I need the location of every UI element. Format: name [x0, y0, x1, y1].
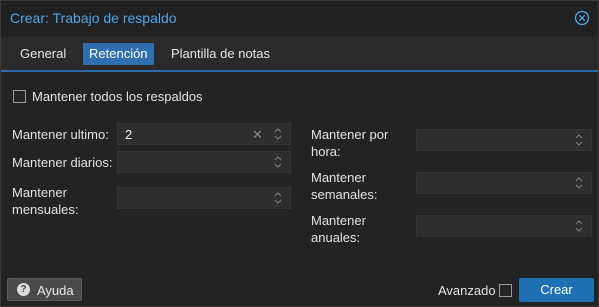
- help-button-label: Ayuda: [37, 283, 74, 298]
- tab-bar: General Retención Plantilla de notas: [1, 37, 598, 72]
- question-circle-icon: ?: [17, 283, 30, 296]
- spinner-icon[interactable]: [273, 154, 283, 170]
- close-icon[interactable]: [574, 10, 590, 26]
- spinner-icon[interactable]: [574, 218, 584, 234]
- help-button[interactable]: ? Ayuda: [7, 278, 82, 301]
- keep-all-checkbox[interactable]: [13, 90, 26, 103]
- keep-all-label: Mantener todos los respaldos: [32, 89, 203, 104]
- retention-panel: Mantener todos los respaldos Mantener ul…: [1, 72, 598, 269]
- keep-monthly-label-2: mensuales:: [12, 202, 79, 217]
- keep-monthly-label-1: Mantener: [12, 185, 67, 200]
- keep-hourly-field[interactable]: [416, 129, 592, 151]
- spinner-icon[interactable]: [574, 175, 584, 191]
- tab-notes-template[interactable]: Plantilla de notas: [165, 43, 276, 65]
- create-button[interactable]: Crear: [519, 278, 594, 302]
- keep-yearly-label-2: anuales:: [311, 230, 361, 245]
- tab-general[interactable]: General: [14, 43, 72, 65]
- tab-retention[interactable]: Retención: [83, 43, 154, 65]
- dialog-title: Crear: Trabajo de respaldo: [10, 10, 177, 26]
- spinner-icon[interactable]: [273, 126, 283, 142]
- advanced-checkbox[interactable]: [499, 284, 512, 297]
- clear-icon[interactable]: ✕: [252, 127, 263, 143]
- spinner-icon[interactable]: [273, 190, 283, 206]
- keep-weekly-label-2: semanales:: [311, 187, 378, 202]
- backup-job-dialog: Crear: Trabajo de respaldo General Reten…: [0, 0, 599, 307]
- keep-hourly-label-2: hora:: [311, 144, 341, 159]
- keep-last-value: 2: [125, 127, 133, 142]
- keep-hourly-label-1: Mantener por: [311, 127, 389, 142]
- keep-last-field[interactable]: 2 ✕: [117, 123, 291, 145]
- dialog-titlebar: Crear: Trabajo de respaldo: [1, 1, 598, 36]
- advanced-label: Avanzado: [438, 283, 496, 298]
- keep-daily-label: Mantener diarios:: [12, 155, 113, 170]
- dialog-footer: ? Ayuda Avanzado Crear: [1, 270, 598, 306]
- keep-yearly-field[interactable]: [416, 215, 592, 237]
- keep-daily-field[interactable]: [117, 151, 291, 173]
- spinner-icon[interactable]: [574, 132, 584, 148]
- keep-weekly-label-1: Mantener: [311, 170, 366, 185]
- keep-monthly-field[interactable]: [117, 187, 291, 209]
- keep-weekly-field[interactable]: [416, 172, 592, 194]
- keep-last-label: Mantener ultimo:: [12, 127, 109, 142]
- keep-yearly-label-1: Mantener: [311, 213, 366, 228]
